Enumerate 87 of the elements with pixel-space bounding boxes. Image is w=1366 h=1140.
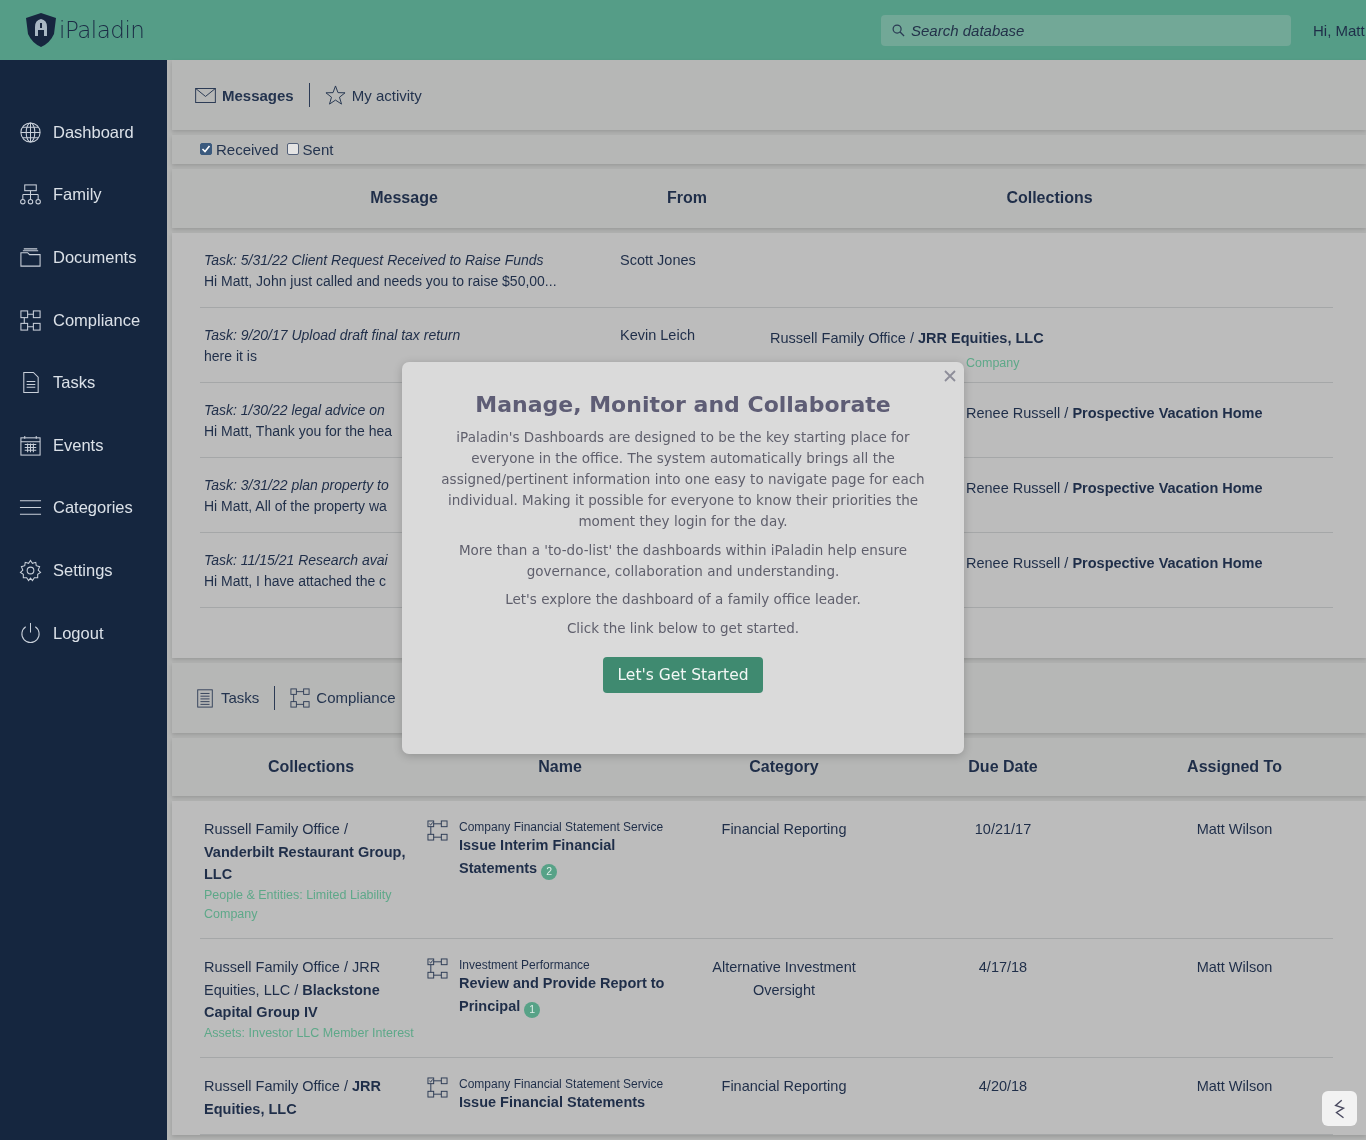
dialog-paragraph: iPaladin's Dashboards are designed to be the key starting place for everyone in the office. The system automatically brings all the assigned/pertinent information into one easy to navigate page for each individual. Making it possible for everyone to know their priorities the moment they login for the day.	[440, 428, 926, 531]
message-title[interactable]: Task: 1/30/22 legal advice on	[204, 401, 385, 418]
message-preview: Hi Matt, Thank you for the hea	[204, 422, 393, 439]
dialog-paragraph: More than a 'to-do-list' the dashboards within iPaladin help ensure governance, collaboration and understanding.	[457, 540, 909, 581]
get-started-button[interactable]: Let's Get Started	[603, 657, 763, 694]
category-text: Financial Reporting	[721, 1078, 847, 1095]
due-date-text: 4/17/18	[978, 959, 1028, 976]
task-group: Company Financial Statement Service	[459, 820, 698, 835]
message-title[interactable]: Task: 11/15/21 Research avai	[204, 551, 388, 568]
filter-checkbox[interactable]: Sent	[286, 140, 334, 158]
calendar-icon	[19, 433, 42, 457]
category-text: Alternative Investment Oversight	[712, 959, 856, 998]
collection-type: Assets: Investor LLC Member Interest	[204, 1024, 414, 1042]
search-field[interactable]: Search database	[881, 14, 1291, 46]
sidebar-item[interactable]: Logout	[0, 601, 167, 665]
checkbox[interactable]	[286, 143, 299, 156]
sender-name: Scott Jones	[619, 251, 697, 268]
collection-path[interactable]: Russell Family Office / JRR Equities, LLC / Blackstone Capital Group IV	[204, 956, 414, 1024]
workflow-icon	[427, 820, 448, 842]
globe-icon	[19, 120, 42, 144]
message-preview: Hi Matt, All of the property wa	[204, 497, 387, 514]
column-header: Message	[369, 189, 439, 208]
folder-icon	[19, 246, 42, 269]
logo-text: iPaladin	[59, 17, 145, 43]
sidebar-item[interactable]: Dashboard	[0, 101, 167, 164]
due-date-text: 10/21/17	[974, 821, 1032, 838]
tab[interactable]: Messages	[195, 86, 294, 104]
message-title[interactable]: Task: 3/31/22 plan property to	[204, 476, 389, 493]
sidebar-item[interactable]: Settings	[0, 539, 167, 602]
column-header: Category	[748, 757, 820, 776]
dialog-paragraph: Let's explore the dashboard of a family office leader.	[505, 590, 861, 610]
count-badge: 2	[541, 863, 558, 880]
filter-checkbox[interactable]: Received	[200, 140, 279, 158]
sidebar-item[interactable]: Family	[0, 163, 167, 227]
message-title[interactable]: Task: 5/31/22 Client Request Received to Raise Funds	[204, 251, 544, 268]
shield-helmet-icon	[25, 12, 57, 48]
checkbox[interactable]	[200, 143, 212, 156]
task-group: Investment Performance	[459, 958, 698, 973]
collection-path[interactable]: Russell Family Office / Vanderbilt Restaurant Group, LLC	[204, 818, 414, 886]
due-date-text: 4/20/18	[978, 1078, 1028, 1095]
floating-button[interactable]	[1322, 1091, 1357, 1126]
workflow-icon	[427, 958, 448, 980]
zigzag-icon	[1332, 1098, 1347, 1119]
flowchart-icon	[290, 687, 311, 708]
assignee-text: Matt Wilson	[1196, 821, 1273, 838]
column-header: Collections	[266, 757, 356, 776]
flowchart-icon	[19, 308, 42, 332]
org-chart-icon	[19, 183, 42, 207]
message-title[interactable]: Task: 9/20/17 Upload draft final tax return	[204, 326, 461, 343]
tab[interactable]: Compliance	[290, 687, 396, 708]
column-header: Due Date	[967, 757, 1039, 776]
tab[interactable]: My activity	[324, 84, 422, 106]
greeting-text: Hi, Matt	[1313, 21, 1365, 39]
column-header: Collections	[1005, 189, 1094, 208]
column-header: From	[666, 189, 708, 208]
star-icon	[324, 84, 346, 106]
sidebar-item[interactable]: Compliance	[0, 288, 167, 352]
sidebar-item[interactable]: Events	[0, 413, 167, 477]
column-header: Assigned To	[1186, 757, 1283, 776]
envelope-icon	[195, 87, 216, 103]
message-preview: Hi Matt, I have attached the c	[204, 572, 387, 589]
sidebar-item[interactable]: Documents	[0, 226, 167, 289]
column-header: Name	[537, 757, 583, 776]
task-name[interactable]: Issue Interim Financial Statements 2	[459, 834, 698, 881]
message-preview: Hi Matt, John just called and needs you to raise $50,00...	[204, 272, 557, 289]
category-text: Financial Reporting	[721, 821, 847, 838]
assignee-text: Matt Wilson	[1196, 1078, 1273, 1095]
gear-icon	[19, 558, 42, 582]
collection-path[interactable]: Russell Family Office / JRR Equities, LLC	[204, 1075, 414, 1120]
task-group: Company Financial Statement Service	[459, 1077, 664, 1092]
list-icon	[195, 687, 215, 708]
collection-type: Company	[965, 354, 1021, 372]
workflow-icon	[427, 1077, 448, 1099]
task-name[interactable]: Review and Provide Report to Principal 1	[459, 972, 698, 1019]
sidebar-item[interactable]: Categories	[0, 476, 167, 540]
assignee-text: Matt Wilson	[1196, 959, 1273, 976]
sender-name: Kevin Leich	[619, 326, 696, 343]
power-icon	[19, 621, 42, 645]
task-name[interactable]: Issue Financial Statements	[459, 1091, 664, 1115]
sidebar-item[interactable]: Tasks	[0, 351, 167, 414]
dialog-paragraph: Click the link below to get started.	[566, 619, 800, 639]
tab[interactable]: Tasks	[195, 687, 260, 708]
collection-type: People & Entities: Limited Liability Company	[204, 886, 393, 923]
count-badge: 1	[524, 1001, 541, 1018]
message-preview: here it is	[204, 347, 257, 364]
collection-path[interactable]: Russell Family Office / JRR Equities, LLC	[770, 326, 1333, 349]
dialog-title: Manage, Monitor and Collaborate	[475, 392, 891, 417]
